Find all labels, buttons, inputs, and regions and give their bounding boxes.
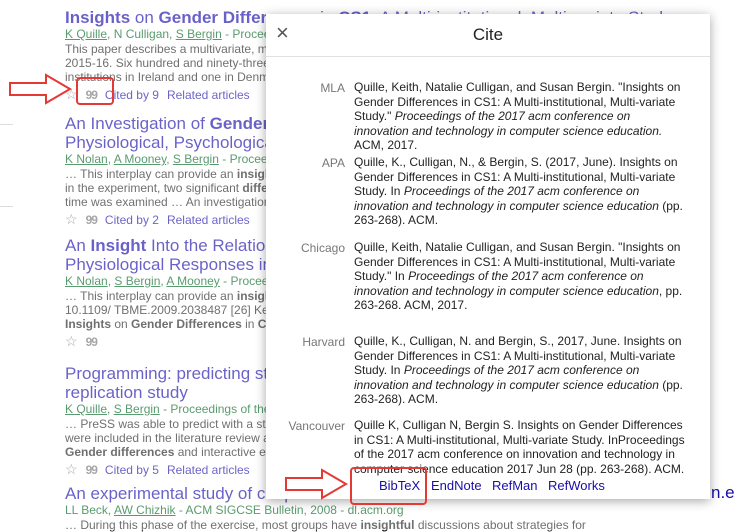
citation-style-label: Harvard <box>302 335 345 349</box>
arrow-icon <box>285 468 348 500</box>
citation-style-label: APA <box>321 156 345 170</box>
cite-dialog: × Cite MLA Quille, Keith, Natalie Culliga… <box>266 14 710 499</box>
divider <box>0 206 13 207</box>
divider <box>0 124 13 125</box>
dialog-title: Cite <box>472 25 504 44</box>
dialog-header: × Cite <box>266 14 710 57</box>
citation-style-label: Chicago <box>300 241 345 255</box>
citation-text[interactable]: Quille, K., Culligan, N., & Bergin, S. (… <box>354 155 686 228</box>
truncated-link-text: n.edu <box>711 483 734 502</box>
citation-text[interactable]: Quille, Keith, Natalie Culligan, and Sus… <box>354 240 686 313</box>
citation-part: ACM, 2017. <box>354 138 418 152</box>
refman-link[interactable]: RefMan <box>492 478 538 493</box>
refworks-link[interactable]: RefWorks <box>548 478 605 493</box>
citation-text[interactable]: Quille, Keith, Natalie Culligan, and Sus… <box>354 80 686 153</box>
citation-style-label: Vancouver <box>288 419 345 433</box>
annotation-box-bibtex <box>350 467 427 505</box>
citation-part: Proceedings of the 2017 acm conference o… <box>354 109 663 138</box>
arrow-icon <box>9 73 72 105</box>
citation-style-label: MLA <box>320 81 345 95</box>
annotation-box-cite <box>76 77 114 105</box>
endnote-link[interactable]: EndNote <box>431 478 482 493</box>
citation-text[interactable]: Quille, K., Culligan, N. and Bergin, S.,… <box>354 334 686 407</box>
